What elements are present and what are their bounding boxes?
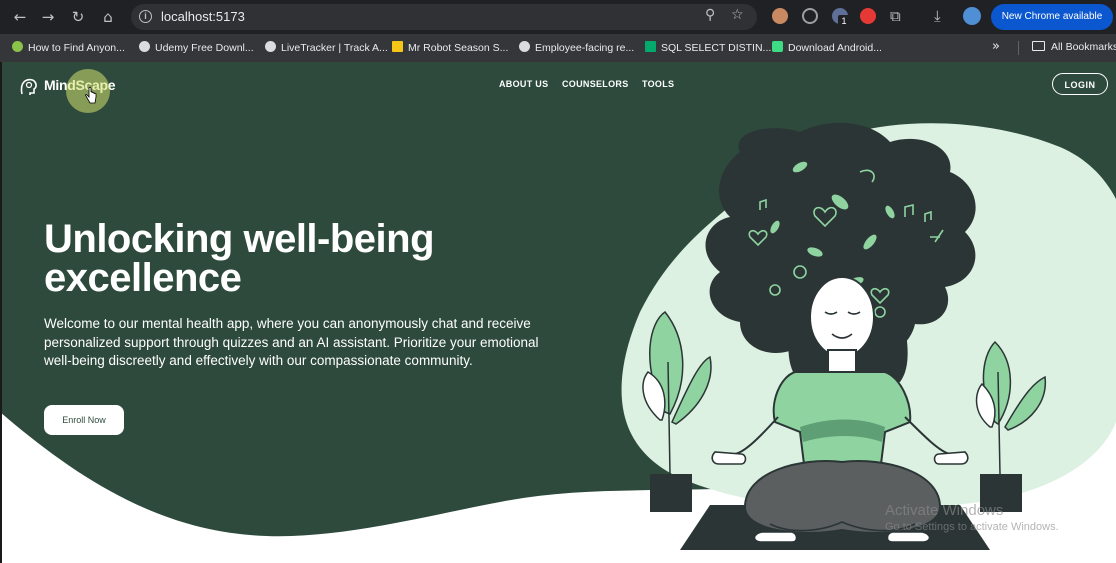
- extensions-puzzle-icon[interactable]: ⧉: [890, 7, 901, 25]
- address-bar[interactable]: i localhost:5173 ⚲ ☆: [131, 4, 757, 30]
- bookmark-item[interactable]: LiveTracker | Track A...: [265, 41, 388, 54]
- nav-tools[interactable]: TOOLS: [642, 79, 674, 89]
- bookmark-item[interactable]: How to Find Anyon...: [12, 41, 125, 54]
- hero-title: Unlocking well-being excellence: [44, 217, 435, 300]
- extension-avatar-icon[interactable]: [772, 8, 788, 24]
- folder-icon: [1032, 41, 1045, 51]
- bookmarks-divider: [1018, 41, 1019, 55]
- extension-circle-icon[interactable]: [802, 8, 818, 24]
- bookmarks-bar: How to Find Anyon... Udemy Free Downl...…: [0, 34, 1116, 62]
- bookmark-star-icon[interactable]: ☆: [731, 7, 744, 23]
- hand-cursor-icon: [85, 87, 97, 104]
- download-icon[interactable]: ⤓: [934, 7, 941, 25]
- meditation-illustration: [621, 122, 1116, 550]
- bookmark-item[interactable]: Download Android...: [772, 41, 882, 54]
- bookmark-item[interactable]: Udemy Free Downl...: [139, 41, 254, 54]
- bookmark-favicon-icon: [645, 41, 656, 52]
- zoom-icon[interactable]: ⚲: [705, 7, 715, 23]
- bookmark-item[interactable]: Employee-facing re...: [519, 41, 634, 54]
- bookmark-item[interactable]: Mr Robot Season S...: [392, 41, 508, 54]
- globe-icon: [265, 41, 276, 52]
- extension-pokeball-icon[interactable]: [860, 8, 876, 24]
- back-icon[interactable]: ←: [10, 7, 30, 27]
- more-bookmarks-icon[interactable]: »: [992, 39, 1000, 54]
- site-info-icon[interactable]: i: [139, 10, 152, 23]
- reload-icon[interactable]: ↻: [68, 7, 88, 27]
- globe-icon: [139, 41, 150, 52]
- bookmark-favicon-icon: [12, 41, 23, 52]
- hero-description: Welcome to our mental health app, where …: [44, 316, 539, 368]
- home-icon[interactable]: ⌂: [98, 7, 118, 27]
- bookmark-item[interactable]: SQL SELECT DISTIN...: [645, 41, 771, 54]
- android-icon: [772, 41, 783, 52]
- activate-windows-subtitle: Go to Settings to activate Windows.: [885, 521, 1059, 533]
- nav-counselors[interactable]: COUNSELORS: [562, 79, 629, 89]
- browser-toolbar: ← → ↻ ⌂ i localhost:5173 ⚲ ☆ 1 ⧉ ⤓ New C…: [0, 0, 1116, 34]
- brain-head-icon: [20, 78, 37, 95]
- page-edge: [0, 62, 2, 563]
- activate-windows-title: Activate Windows: [885, 502, 1004, 519]
- login-button[interactable]: LOGIN: [1052, 73, 1108, 95]
- globe-icon: [519, 41, 530, 52]
- address-bar-url[interactable]: localhost:5173: [161, 9, 245, 24]
- profile-avatar-icon[interactable]: [963, 7, 981, 25]
- bookmark-favicon-icon: [392, 41, 403, 52]
- enroll-now-button[interactable]: Enroll Now: [44, 405, 124, 435]
- nav-about-us[interactable]: ABOUT US: [499, 79, 548, 89]
- new-chrome-available-button[interactable]: New Chrome available: [991, 4, 1113, 30]
- all-bookmarks-button[interactable]: All Bookmarks: [1032, 41, 1116, 53]
- page-viewport: MindScape ABOUT US COUNSELORS TOOLS LOGI…: [0, 62, 1116, 563]
- forward-icon[interactable]: →: [38, 7, 58, 27]
- extension-badge: 1: [838, 15, 850, 27]
